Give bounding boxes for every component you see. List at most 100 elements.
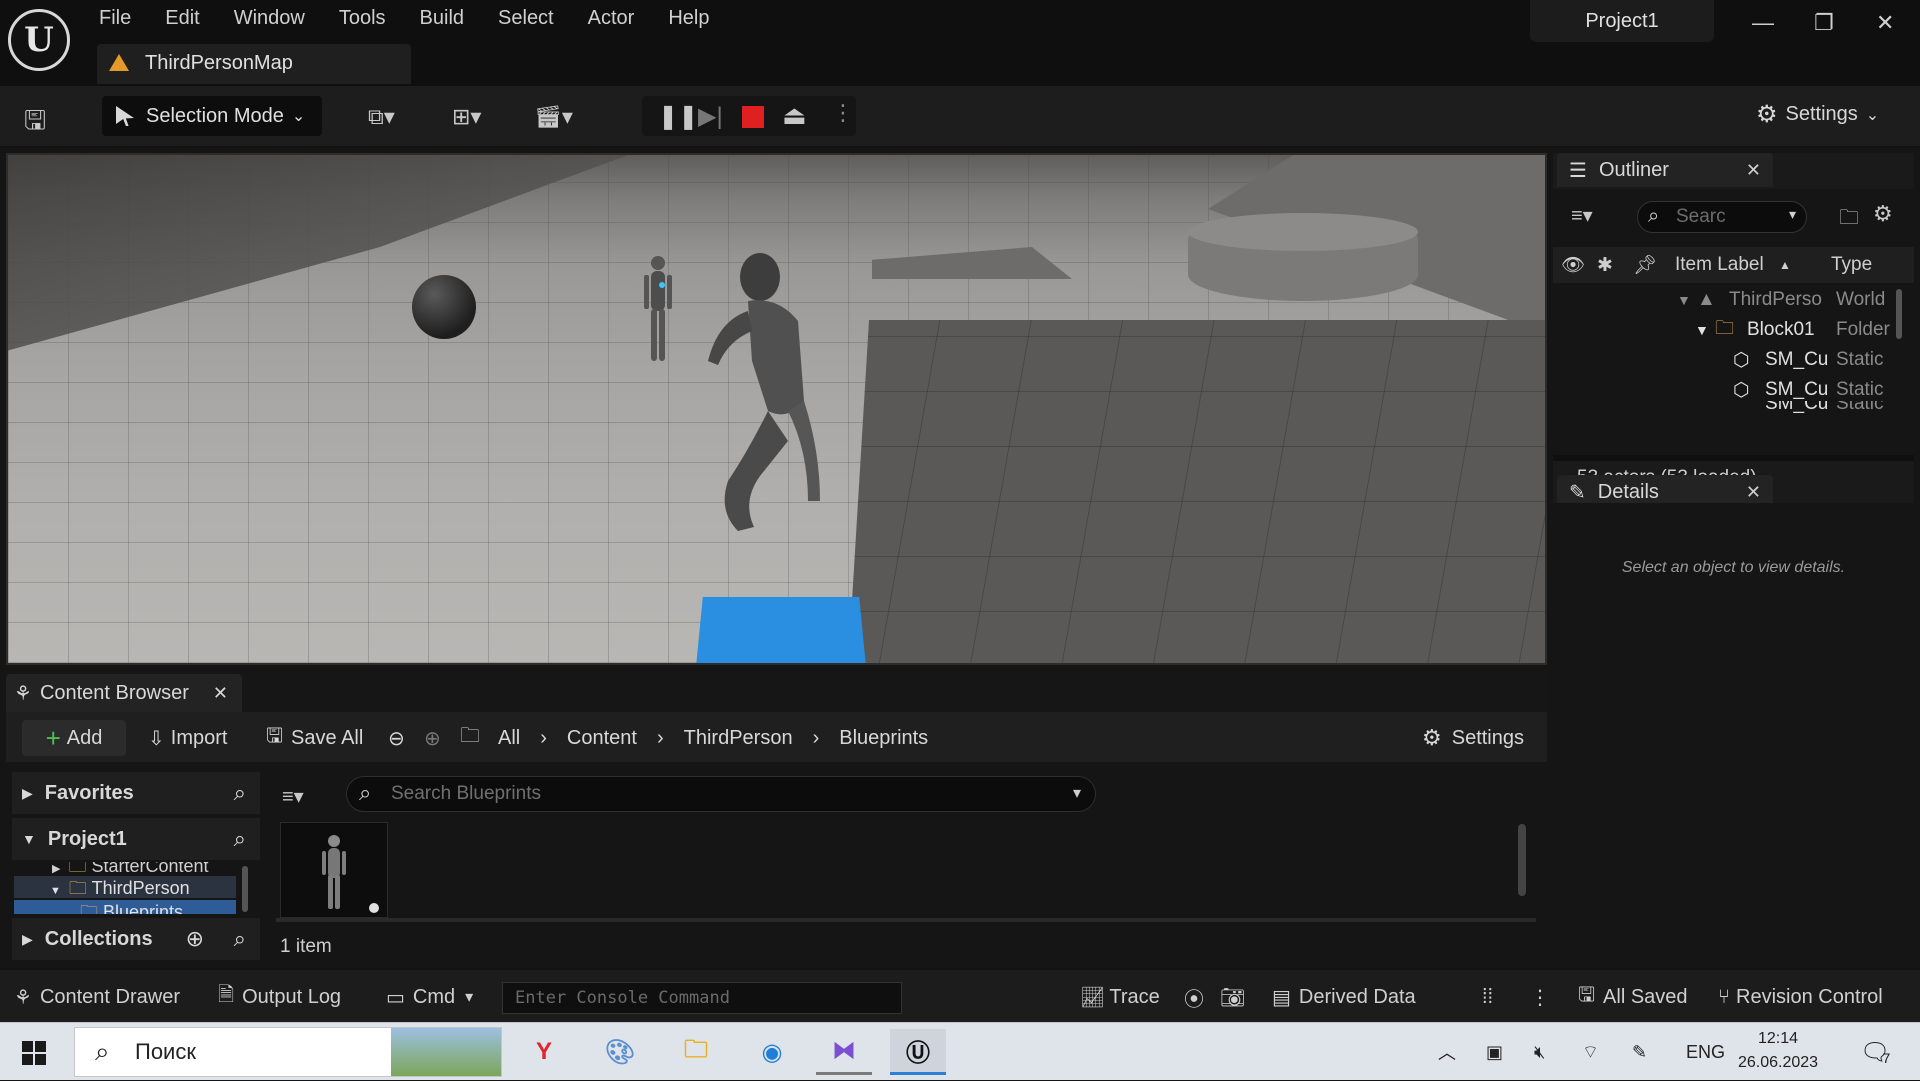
filter-icon[interactable]: ≡▾ [1571, 203, 1593, 228]
file-explorer-icon[interactable]: 🗀 [668, 1029, 724, 1075]
record-icon[interactable]: ⦿ [1184, 970, 1204, 1024]
asset-thumbnail[interactable] [280, 822, 388, 918]
content-drawer-button[interactable]: ⚘ Content Drawer [14, 970, 180, 1024]
outliner-row[interactable]: SM_Cu Static [1553, 401, 1903, 413]
save-all-button[interactable]: 🖫 Save All [266, 720, 363, 756]
messenger-icon[interactable]: ◉ [744, 1029, 800, 1075]
console-command-input[interactable]: Enter Console Command [502, 982, 902, 1014]
breadcrumb-thirdperson[interactable]: ThirdPerson [684, 727, 793, 750]
visibility-icon[interactable]: 👁︎ [1561, 253, 1585, 277]
pen-icon[interactable]: ✎ [1632, 1023, 1647, 1081]
asset-scrollbar-track[interactable] [276, 918, 1536, 922]
project-button[interactable]: Project1 [1530, 0, 1714, 42]
outliner-scrollbar[interactable] [1896, 289, 1902, 339]
language-indicator[interactable]: ENG [1686, 1023, 1725, 1081]
selection-mode-dropdown[interactable]: Selection Mode ⌄ [102, 96, 322, 136]
menu-tools[interactable]: Tools [339, 7, 386, 30]
level-viewport[interactable] [6, 153, 1547, 665]
tray-chevron-icon[interactable]: ︿ [1438, 1023, 1456, 1081]
settings-button[interactable]: ⚙ Settings ⌄ [1756, 100, 1879, 129]
cmd-dropdown[interactable]: ▭ Cmd ▾ [386, 970, 473, 1024]
clock[interactable]: 12:14 26.06.2023 [1738, 1027, 1818, 1075]
close-content-browser-icon[interactable]: ✕ [213, 683, 228, 704]
add-button[interactable]: + Add [22, 720, 126, 756]
content-settings-button[interactable]: ⚙ Settings [1422, 720, 1524, 756]
yandex-browser-icon[interactable]: Y [516, 1029, 572, 1075]
tree-scrollbar[interactable] [242, 866, 248, 912]
star-icon[interactable]: ✱ [1597, 254, 1613, 277]
import-button[interactable]: ⇩ Import [148, 720, 227, 756]
item-label-column[interactable]: Item Label [1675, 254, 1764, 276]
gear-icon[interactable]: ⚙ [1873, 201, 1893, 227]
volume-muted-icon[interactable]: 🔇︎ [1534, 1023, 1545, 1081]
all-saved-button[interactable]: 🖫 All Saved [1578, 970, 1688, 1024]
derived-data-button[interactable]: ▤ Derived Data [1272, 970, 1416, 1024]
menu-window[interactable]: Window [234, 7, 305, 30]
add-actor-icon[interactable]: ⧉▾ [368, 104, 395, 130]
asset-search-input[interactable]: ⌕ Search Blueprints ▾ [346, 776, 1096, 812]
outliner-search-input[interactable]: ⌕ Searc ▾ [1637, 201, 1807, 233]
map-tab[interactable]: ThirdPersonMap [97, 44, 411, 84]
output-log-button[interactable]: 🗎 Output Log [218, 970, 341, 1024]
outliner-row[interactable]: ⬡ SM_Cu Static [1553, 345, 1903, 375]
breadcrumb-all[interactable]: All [498, 727, 520, 750]
project-section[interactable]: ▼ Project1 ⌕ [12, 818, 260, 860]
outliner-row-type: Static [1836, 401, 1884, 413]
menu-help[interactable]: Help [668, 7, 709, 30]
more-options-icon[interactable]: ⋮ [832, 100, 854, 126]
source-control-grid-icon[interactable]: ⁞⁞ [1482, 970, 1493, 1024]
stop-icon[interactable] [742, 106, 764, 128]
paint-icon[interactable]: 🎨︎ [592, 1029, 648, 1075]
menu-select[interactable]: Select [498, 7, 554, 30]
add-folder-icon[interactable]: 🗀 [1839, 203, 1859, 237]
revision-control-button[interactable]: ⑂ Revision Control [1718, 970, 1883, 1024]
blueprint-icon[interactable]: ⊞▾ [452, 104, 481, 130]
windows-start-icon[interactable] [22, 1041, 46, 1065]
step-icon[interactable]: ▶| [698, 102, 723, 131]
search-icon[interactable]: ⌕ [234, 826, 246, 852]
more-options-icon[interactable]: ⋮ [1530, 970, 1550, 1024]
outliner-row[interactable]: ▼ ▲ ThirdPerso World [1553, 285, 1903, 315]
pause-icon[interactable]: ❚❚ [658, 102, 698, 131]
trace-button[interactable]: 📈︎ Trace [1080, 970, 1160, 1024]
outliner-row[interactable]: ▼ 🗀 Block01 Folder [1553, 315, 1903, 345]
folder-icon[interactable]: 🗀 [460, 720, 480, 756]
pin-icon[interactable]: 📌︎ [1633, 253, 1657, 277]
search-icon[interactable]: ⌕ [234, 780, 246, 806]
visual-studio-icon[interactable]: ⧓ [816, 1029, 872, 1075]
menu-build[interactable]: Build [420, 7, 464, 30]
type-column[interactable]: Type [1831, 254, 1872, 276]
menu-file[interactable]: File [99, 7, 131, 30]
back-icon[interactable]: ⊖ [388, 720, 405, 756]
minimize-icon[interactable]: — [1752, 10, 1774, 36]
tray-display-icon[interactable]: ▣ [1486, 1023, 1503, 1081]
menu-actor[interactable]: Actor [588, 7, 635, 30]
outliner-tab[interactable]: ☰ Outliner ✕ [1557, 153, 1773, 187]
filter-icon[interactable]: ≡▾ [282, 784, 304, 809]
content-browser-tab[interactable]: ⚘ Content Browser ✕ [6, 674, 242, 712]
breadcrumb-blueprints[interactable]: Blueprints [839, 727, 928, 750]
menu-edit[interactable]: Edit [165, 7, 199, 30]
search-icon[interactable]: ⌕ [234, 926, 246, 952]
taskbar-search[interactable]: ⌕ Поиск [74, 1027, 502, 1077]
close-outliner-icon[interactable]: ✕ [1746, 160, 1761, 181]
save-icon[interactable]: 🖫 [24, 102, 46, 146]
tree-item-selected[interactable]: 🗀 Blueprints [14, 900, 236, 914]
wifi-icon[interactable]: ⌔ [1582, 1023, 1599, 1081]
forward-icon[interactable]: ⊕ [424, 720, 441, 756]
eject-icon[interactable]: ⏏ [782, 100, 807, 131]
cinematics-icon[interactable]: 🎬︎▾ [534, 104, 573, 130]
notifications-button[interactable]: 🗨︎ 7 [1860, 1023, 1890, 1081]
camera-icon[interactable]: 📷︎ [1220, 970, 1245, 1024]
favorites-section[interactable]: ▶ Favorites ⌕ [12, 772, 260, 814]
close-details-icon[interactable]: ✕ [1746, 482, 1761, 503]
collections-section[interactable]: ▶ Collections ⊕ ⌕ [12, 918, 260, 960]
tree-item[interactable]: ▼ 🗀 ThirdPerson [14, 876, 236, 898]
close-window-icon[interactable]: ✕ [1876, 10, 1894, 36]
unreal-engine-taskbar-icon[interactable]: Ⓤ [890, 1029, 946, 1075]
restore-icon[interactable]: ❐ [1814, 10, 1834, 36]
breadcrumb-content[interactable]: Content [567, 727, 637, 750]
unreal-logo-icon[interactable]: U [8, 9, 70, 71]
add-collection-icon[interactable]: ⊕ [186, 926, 204, 952]
asset-scrollbar[interactable] [1518, 824, 1526, 896]
